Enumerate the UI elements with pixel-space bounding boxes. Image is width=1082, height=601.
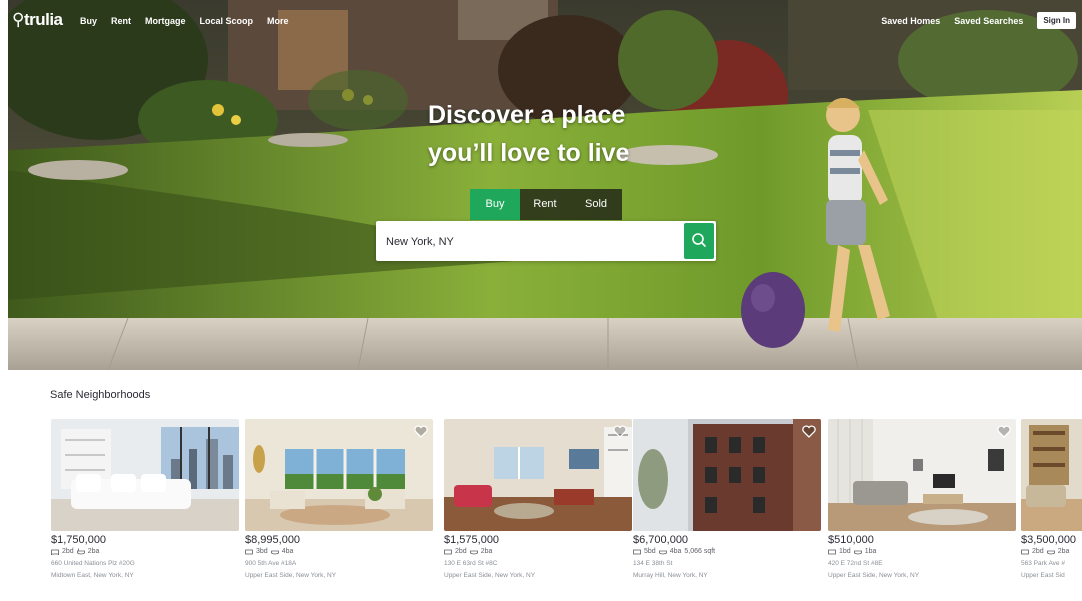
save-favorite-button[interactable]: [802, 425, 816, 438]
nav-link-local-scoop[interactable]: Local Scoop: [200, 16, 254, 26]
listing-price: $510,000: [828, 534, 874, 546]
listing-address: 660 United Nations Plz #20G: [51, 560, 135, 567]
bath-icon: [1046, 550, 1055, 555]
listing-photo: [828, 419, 1016, 531]
primary-nav-links: Buy Rent Mortgage Local Scoop More: [80, 16, 289, 26]
nav-link-mortgage[interactable]: Mortgage: [145, 16, 186, 26]
listing-price: $8,995,000: [245, 534, 301, 546]
save-favorite-button[interactable]: [613, 425, 627, 438]
location-pin-icon: ⚲: [12, 10, 24, 29]
location-search-input[interactable]: [384, 221, 678, 263]
listing-card[interactable]: $510,000 1bd 1ba 420 E 72nd St #8E Upper…: [828, 419, 1016, 601]
bath-icon: [76, 548, 85, 555]
listing-address: 130 E 63rd St #8C: [444, 560, 498, 567]
listing-facts: 2bd 2ba: [444, 548, 632, 555]
listing-neighborhood: Upper East Side, New York, NY: [245, 572, 337, 579]
save-favorite-button[interactable]: [997, 425, 1011, 438]
top-navigation: ⚲trulia Buy Rent Mortgage Local Scoop Mo…: [8, 0, 1082, 40]
headline-line-2: you’ll love to live: [428, 139, 630, 167]
heart-icon: [613, 425, 627, 438]
listing-neighborhood: Upper East Side, New York, NY: [828, 572, 920, 579]
listing-address: 900 5th Ave #18A: [245, 560, 297, 567]
nav-link-buy[interactable]: Buy: [80, 16, 97, 26]
sign-in-button[interactable]: Sign In: [1037, 12, 1076, 29]
listing-photo: [633, 419, 821, 531]
tab-sold[interactable]: Sold: [570, 189, 622, 220]
saved-searches-link[interactable]: Saved Searches: [954, 16, 1023, 26]
heart-icon: [997, 425, 1011, 438]
section-title: Safe Neighborhoods: [50, 389, 151, 401]
bath-icon: [270, 550, 279, 555]
listing-price: $3,500,000: [1021, 534, 1077, 546]
listing-beds: 2bd: [62, 548, 74, 555]
listing-beds: 1bd: [839, 548, 851, 555]
bed-icon: [828, 549, 836, 555]
logo-text: trulia: [23, 10, 63, 29]
bed-icon: [245, 549, 253, 555]
listing-baths: 4ba: [281, 548, 294, 555]
listing-facts: 5bd 4ba 5,066 sqft: [633, 548, 821, 555]
bed-icon: [51, 549, 59, 555]
save-favorite-button[interactable]: [414, 425, 428, 438]
listing-baths: 1ba: [864, 548, 877, 555]
listing-beds: 3bd: [256, 548, 268, 555]
listing-photo: [245, 419, 433, 531]
listing-baths: 2ba: [87, 548, 100, 555]
nav-link-rent[interactable]: Rent: [111, 16, 131, 26]
search-bar: [376, 221, 716, 263]
search-type-tabs: Buy Rent Sold: [470, 189, 622, 220]
listing-price: $1,750,000: [51, 534, 107, 546]
listing-facts: 3bd 4ba: [245, 548, 433, 555]
tab-buy[interactable]: Buy: [470, 189, 520, 220]
tab-rent[interactable]: Rent: [520, 189, 570, 220]
saved-homes-link[interactable]: Saved Homes: [881, 16, 940, 26]
bed-icon: [1021, 549, 1029, 555]
search-button[interactable]: [684, 223, 714, 259]
listing-baths: 2ba: [480, 548, 493, 555]
listing-card[interactable]: $3,500,000 2bd 2ba 563 Park Ave # Upper …: [1021, 419, 1082, 601]
hero-photo: [8, 0, 1082, 370]
listing-neighborhood: Midtown East, New York, NY: [51, 572, 134, 579]
hero-headline: Discover a place you’ll love to live: [428, 96, 728, 172]
listing-facts: 2bd 2ba: [51, 548, 239, 555]
listing-card[interactable]: $1,575,000 2bd 2ba 130 E 63rd St #8C Upp…: [444, 419, 632, 601]
bath-icon: [658, 550, 667, 555]
listing-price: $1,575,000: [444, 534, 500, 546]
listing-card[interactable]: $1,750,000 2bd 2ba 660 United Nations Pl…: [51, 419, 239, 601]
hero-banner: ⚲trulia Buy Rent Mortgage Local Scoop Mo…: [8, 0, 1082, 370]
listing-neighborhood: Upper East Sid: [1021, 572, 1065, 579]
search-icon: [692, 233, 706, 247]
listing-card[interactable]: $8,995,000 3bd 4ba 900 5th Ave #18A Uppe…: [245, 419, 433, 601]
headline-line-1: Discover a place: [428, 101, 626, 129]
listing-facts: 1bd 1ba: [828, 548, 1016, 555]
listing-address: 563 Park Ave #: [1021, 560, 1065, 567]
listing-photo: [1021, 419, 1082, 531]
listing-sqft: 5,066 sqft: [684, 548, 716, 555]
trulia-logo[interactable]: ⚲trulia: [12, 10, 63, 30]
listing-beds: 2bd: [1032, 548, 1044, 555]
listing-beds: 2bd: [455, 548, 467, 555]
listing-photo: [51, 419, 239, 531]
nav-link-more[interactable]: More: [267, 16, 289, 26]
account-nav: Saved Homes Saved Searches Sign In: [881, 12, 1076, 29]
listing-photo: [444, 419, 632, 531]
listing-address: 134 E 38th St: [633, 560, 673, 567]
heart-icon: [802, 425, 816, 438]
bath-icon: [853, 550, 862, 555]
bath-icon: [469, 550, 478, 555]
listing-address: 420 E 72nd St #8E: [828, 560, 883, 567]
listing-baths: 2ba: [1057, 548, 1070, 555]
bed-icon: [444, 549, 452, 555]
listing-price: $6,700,000: [633, 534, 689, 546]
listing-neighborhood: Upper East Side, New York, NY: [444, 572, 536, 579]
bed-icon: [633, 549, 641, 555]
listing-beds: 5bd: [644, 548, 656, 555]
listing-baths: 4ba: [669, 548, 682, 555]
listing-facts: 2bd 2ba: [1021, 548, 1082, 555]
listing-card[interactable]: $6,700,000 5bd 4ba 5,066 sqft 134 E 38th…: [633, 419, 821, 601]
heart-icon: [414, 425, 428, 438]
listing-neighborhood: Murray Hill, New York, NY: [633, 572, 708, 579]
